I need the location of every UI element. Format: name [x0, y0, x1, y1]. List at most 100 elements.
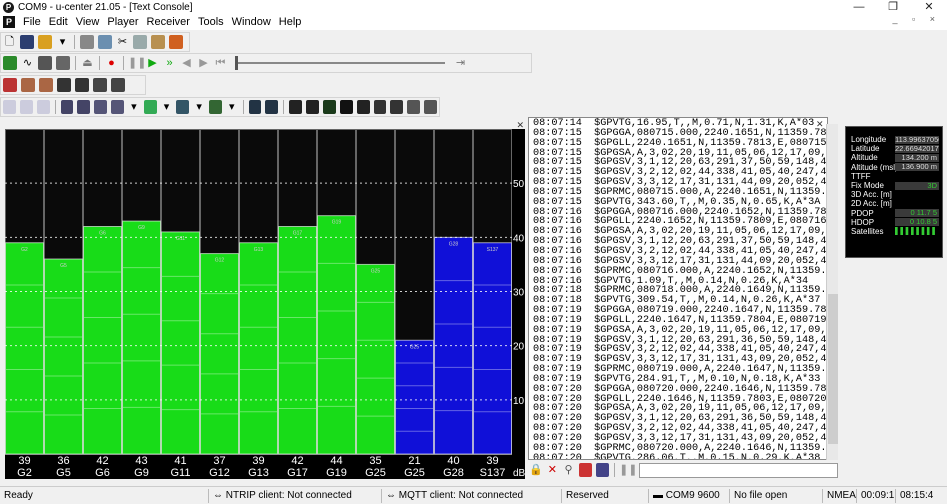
copy-icon[interactable] [133, 35, 147, 49]
app-menu-icon[interactable]: P [3, 16, 15, 28]
config-icon[interactable] [111, 78, 125, 92]
reset-icon[interactable] [93, 78, 107, 92]
map-dropdown-icon[interactable]: ▾ [225, 100, 239, 114]
print-preview-icon[interactable] [98, 35, 112, 49]
lock-icon[interactable]: 🔒 [529, 463, 543, 477]
clear-icon[interactable]: ✕ [545, 463, 559, 477]
bar-G6[interactable] [83, 226, 122, 455]
messages-icon[interactable] [111, 100, 124, 114]
bar-G25[interactable] [395, 339, 434, 455]
bar-S137[interactable] [473, 242, 512, 455]
y-tick-label: 10 [513, 396, 525, 407]
bar-G12[interactable] [200, 253, 239, 455]
filter-icon[interactable]: ⚲ [561, 463, 575, 477]
console-close-button[interactable]: ✕ [816, 119, 824, 130]
new-file-icon[interactable]: 🗋 [2, 35, 17, 49]
deviation-map-icon[interactable] [248, 100, 262, 114]
baudrate-icon[interactable]: ∿ [20, 56, 35, 70]
histogram-icon[interactable] [176, 100, 190, 114]
menu-file[interactable]: File [23, 16, 41, 28]
map-icon[interactable] [209, 100, 222, 114]
end-icon[interactable]: ⇥ [453, 56, 468, 70]
text-console-icon[interactable] [94, 100, 108, 114]
bar-G9[interactable] [122, 220, 161, 455]
highlight-icon[interactable] [578, 463, 592, 477]
close-button[interactable]: ✕ [914, 0, 944, 14]
playback-slider[interactable] [235, 56, 445, 70]
send-icon[interactable] [595, 463, 610, 477]
console-scrollbar[interactable] [826, 124, 838, 460]
print-icon[interactable] [80, 35, 94, 49]
debug-icon[interactable] [57, 78, 71, 92]
open-folder-icon[interactable] [38, 35, 52, 49]
sky-view-icon[interactable] [265, 100, 279, 114]
menu-player[interactable]: Player [107, 16, 138, 28]
chart-view-icon[interactable] [143, 100, 157, 114]
connection-icon[interactable] [3, 56, 17, 70]
status-mqtt[interactable]: ⇔ MQTT client: Not connected [381, 489, 523, 503]
record-settings-icon[interactable] [169, 35, 183, 49]
menu-edit[interactable]: Edit [49, 16, 68, 28]
doc-new-icon[interactable] [19, 100, 33, 114]
status-ntrip[interactable]: ⇔ NTRIP client: Not connected [208, 489, 352, 503]
pause-console-icon[interactable]: ❚❚ [619, 463, 637, 477]
bar-G25[interactable] [356, 263, 395, 455]
statistic-icon[interactable] [424, 100, 437, 114]
restore-button[interactable]: ❐ [878, 0, 908, 14]
data-view-icon[interactable] [373, 100, 387, 114]
watch-icon[interactable] [306, 100, 319, 114]
status-elapsed: 00:09:1 [856, 489, 894, 503]
rtcm-icon[interactable] [39, 78, 53, 92]
chart-close-button[interactable]: ✕ [516, 121, 524, 130]
chart-dropdown-icon[interactable]: ▾ [160, 100, 174, 114]
menu-window[interactable]: Window [232, 16, 271, 28]
paste-icon[interactable] [151, 35, 165, 49]
status-port[interactable]: ▬ COM9 9600 [648, 489, 720, 503]
dashboard-icon[interactable] [390, 100, 404, 114]
binary-console-icon[interactable] [77, 100, 91, 114]
cut-icon[interactable]: ✂ [115, 35, 130, 49]
bar-G13[interactable] [239, 242, 278, 455]
save-icon[interactable] [20, 35, 34, 49]
view-dropdown-icon[interactable]: ▾ [127, 100, 141, 114]
record-icon[interactable]: ● [104, 56, 119, 70]
info-label: Altitude [851, 153, 878, 163]
bar-G17[interactable] [278, 226, 317, 455]
pause-icon[interactable]: ❚❚ [128, 56, 146, 70]
step-back-icon[interactable]: ◀ [179, 56, 194, 70]
satellite-level-icon[interactable] [339, 100, 353, 114]
play-icon[interactable]: ▶ [145, 56, 160, 70]
fast-forward-icon[interactable]: » [162, 56, 177, 70]
menu-view[interactable]: View [76, 16, 100, 28]
bar-G2[interactable] [5, 242, 44, 455]
menu-receiver[interactable]: Receiver [147, 16, 190, 28]
doc-copy-icon[interactable] [36, 100, 50, 114]
eject-icon[interactable]: ⏏ [80, 56, 95, 70]
antenna-icon[interactable] [56, 56, 70, 70]
menu-tools[interactable]: Tools [198, 16, 224, 28]
ubx-icon[interactable] [3, 78, 17, 92]
doc-icon[interactable] [3, 100, 16, 114]
camera-icon[interactable] [407, 100, 421, 114]
scrollbar-thumb[interactable] [828, 294, 838, 444]
step-forward-icon[interactable]: ▶ [196, 56, 211, 70]
mdi-controls[interactable]: _ ▫ × [893, 14, 941, 24]
autobaud-icon[interactable] [38, 56, 52, 70]
bar-G5[interactable] [44, 258, 83, 455]
menu-help[interactable]: Help [279, 16, 302, 28]
rewind-icon[interactable]: ⏮ [213, 56, 228, 70]
slider-thumb[interactable] [235, 56, 238, 70]
bar-G19[interactable] [317, 215, 356, 455]
bar-G11[interactable] [161, 231, 200, 455]
poll-icon[interactable] [75, 78, 89, 92]
signal-icon[interactable] [322, 100, 336, 114]
text-console[interactable]: 08:07:14 $GPVTG,16.95,T,,M,0.71,N,1.31,K… [528, 117, 828, 460]
compass-icon[interactable] [289, 100, 303, 114]
table-view-icon[interactable] [356, 100, 370, 114]
nmea-icon[interactable] [21, 78, 35, 92]
histogram-dropdown-icon[interactable]: ▾ [192, 100, 206, 114]
minimize-button[interactable]: — [844, 0, 874, 14]
packet-console-icon[interactable] [60, 100, 74, 114]
dropdown-arrow-icon[interactable]: ▾ [55, 35, 70, 49]
console-input[interactable] [639, 462, 838, 478]
